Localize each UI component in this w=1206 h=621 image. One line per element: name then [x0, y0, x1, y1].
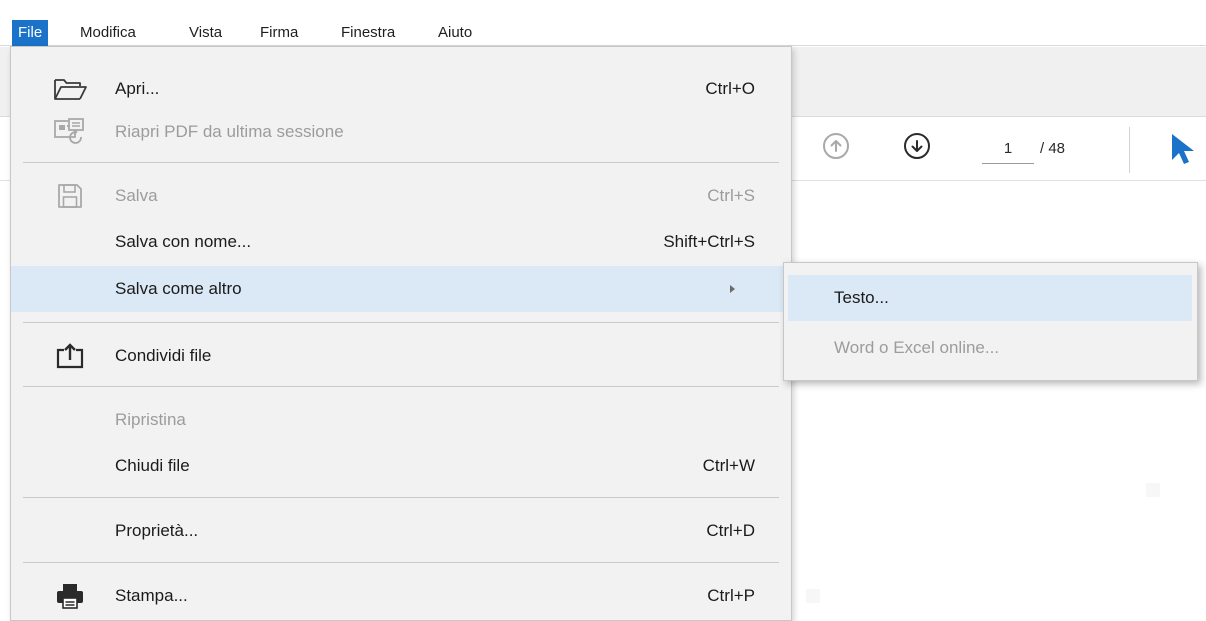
previous-page-button[interactable] — [823, 133, 849, 159]
menu-item-riapri: Riapri PDF da ultima sessione — [11, 109, 791, 155]
menu-separator — [23, 386, 779, 387]
menu-item-label: Proprietà... — [115, 521, 199, 540]
menu-item-apri[interactable]: Apri... Ctrl+O — [11, 66, 791, 112]
page-number-input[interactable] — [982, 134, 1034, 164]
submenu-item-label: Word o Excel online... — [834, 338, 1000, 357]
submenu-item-word-excel: Word o Excel online... — [788, 325, 1192, 371]
menu-item-label: Salva — [115, 186, 158, 205]
page-artifact — [806, 589, 820, 603]
menu-item-shortcut: Ctrl+O — [705, 79, 755, 98]
menu-modifica[interactable]: Modifica — [74, 20, 142, 46]
menu-item-label: Ripristina — [115, 410, 186, 429]
menu-item-salva: Salva Ctrl+S — [11, 173, 791, 219]
menu-item-label: Condividi file — [115, 346, 212, 365]
salva-come-altro-submenu: Testo... Word o Excel online... — [783, 262, 1198, 381]
pointer-cursor-icon — [1172, 134, 1194, 164]
menu-separator — [23, 562, 779, 563]
menu-item-chiudi[interactable]: Chiudi file Ctrl+W — [11, 443, 791, 489]
menu-firma[interactable]: Firma — [254, 20, 304, 46]
menu-item-ripristina: Ripristina — [11, 397, 791, 443]
menu-item-proprieta[interactable]: Proprietà... Ctrl+D — [11, 508, 791, 554]
menu-item-label: Riapri PDF da ultima sessione — [115, 122, 344, 141]
menu-item-shortcut: Ctrl+S — [707, 186, 755, 205]
menu-item-label: Apri... — [115, 79, 160, 98]
menu-item-shortcut: Ctrl+W — [702, 456, 755, 475]
share-upload-icon — [53, 340, 87, 372]
menu-separator — [23, 322, 779, 323]
menu-item-shortcut: Shift+Ctrl+S — [663, 232, 755, 251]
submenu-item-testo[interactable]: Testo... — [788, 275, 1192, 321]
menu-file[interactable]: File — [12, 20, 49, 46]
menu-item-label: Stampa... — [115, 586, 188, 605]
menu-item-label: Chiudi file — [115, 456, 190, 475]
menu-aiuto[interactable]: Aiuto — [432, 20, 478, 46]
submenu-arrow-icon — [730, 285, 735, 293]
menu-item-shortcut: Ctrl+D — [706, 521, 755, 540]
select-tool-button[interactable] — [1168, 132, 1198, 168]
page-total: / 48 — [1040, 140, 1066, 157]
menu-separator — [23, 497, 779, 498]
reopen-session-icon — [53, 116, 87, 148]
page-artifact — [1146, 483, 1160, 497]
menu-vista[interactable]: Vista — [183, 20, 228, 46]
menu-item-condividi[interactable]: Condividi file — [11, 333, 791, 379]
menu-bar: File Modifica Vista Firma Finestra Aiuto — [0, 0, 1206, 46]
menu-item-label: Salva con nome... — [115, 232, 252, 251]
menu-item-salva-con-nome[interactable]: Salva con nome... Shift+Ctrl+S — [11, 219, 791, 265]
folder-open-icon — [53, 73, 87, 105]
toolbar-divider — [1129, 127, 1130, 173]
menu-item-label: Salva come altro — [115, 279, 242, 298]
menu-item-stampa[interactable]: Stampa... Ctrl+P — [11, 573, 791, 619]
file-menu-dropdown: Apri... Ctrl+O Riapri PDF da ultima sess… — [10, 46, 792, 621]
menu-item-salva-come-altro[interactable]: Salva come altro — [11, 266, 791, 312]
menu-separator — [23, 162, 779, 163]
printer-icon — [53, 580, 87, 612]
save-disk-icon — [53, 180, 87, 212]
submenu-item-label: Testo... — [834, 288, 889, 307]
arrow-up-icon — [830, 140, 842, 152]
next-page-button[interactable] — [904, 133, 930, 159]
menu-finestra[interactable]: Finestra — [335, 20, 401, 46]
menu-item-shortcut: Ctrl+P — [707, 586, 755, 605]
arrow-down-icon — [911, 140, 923, 152]
